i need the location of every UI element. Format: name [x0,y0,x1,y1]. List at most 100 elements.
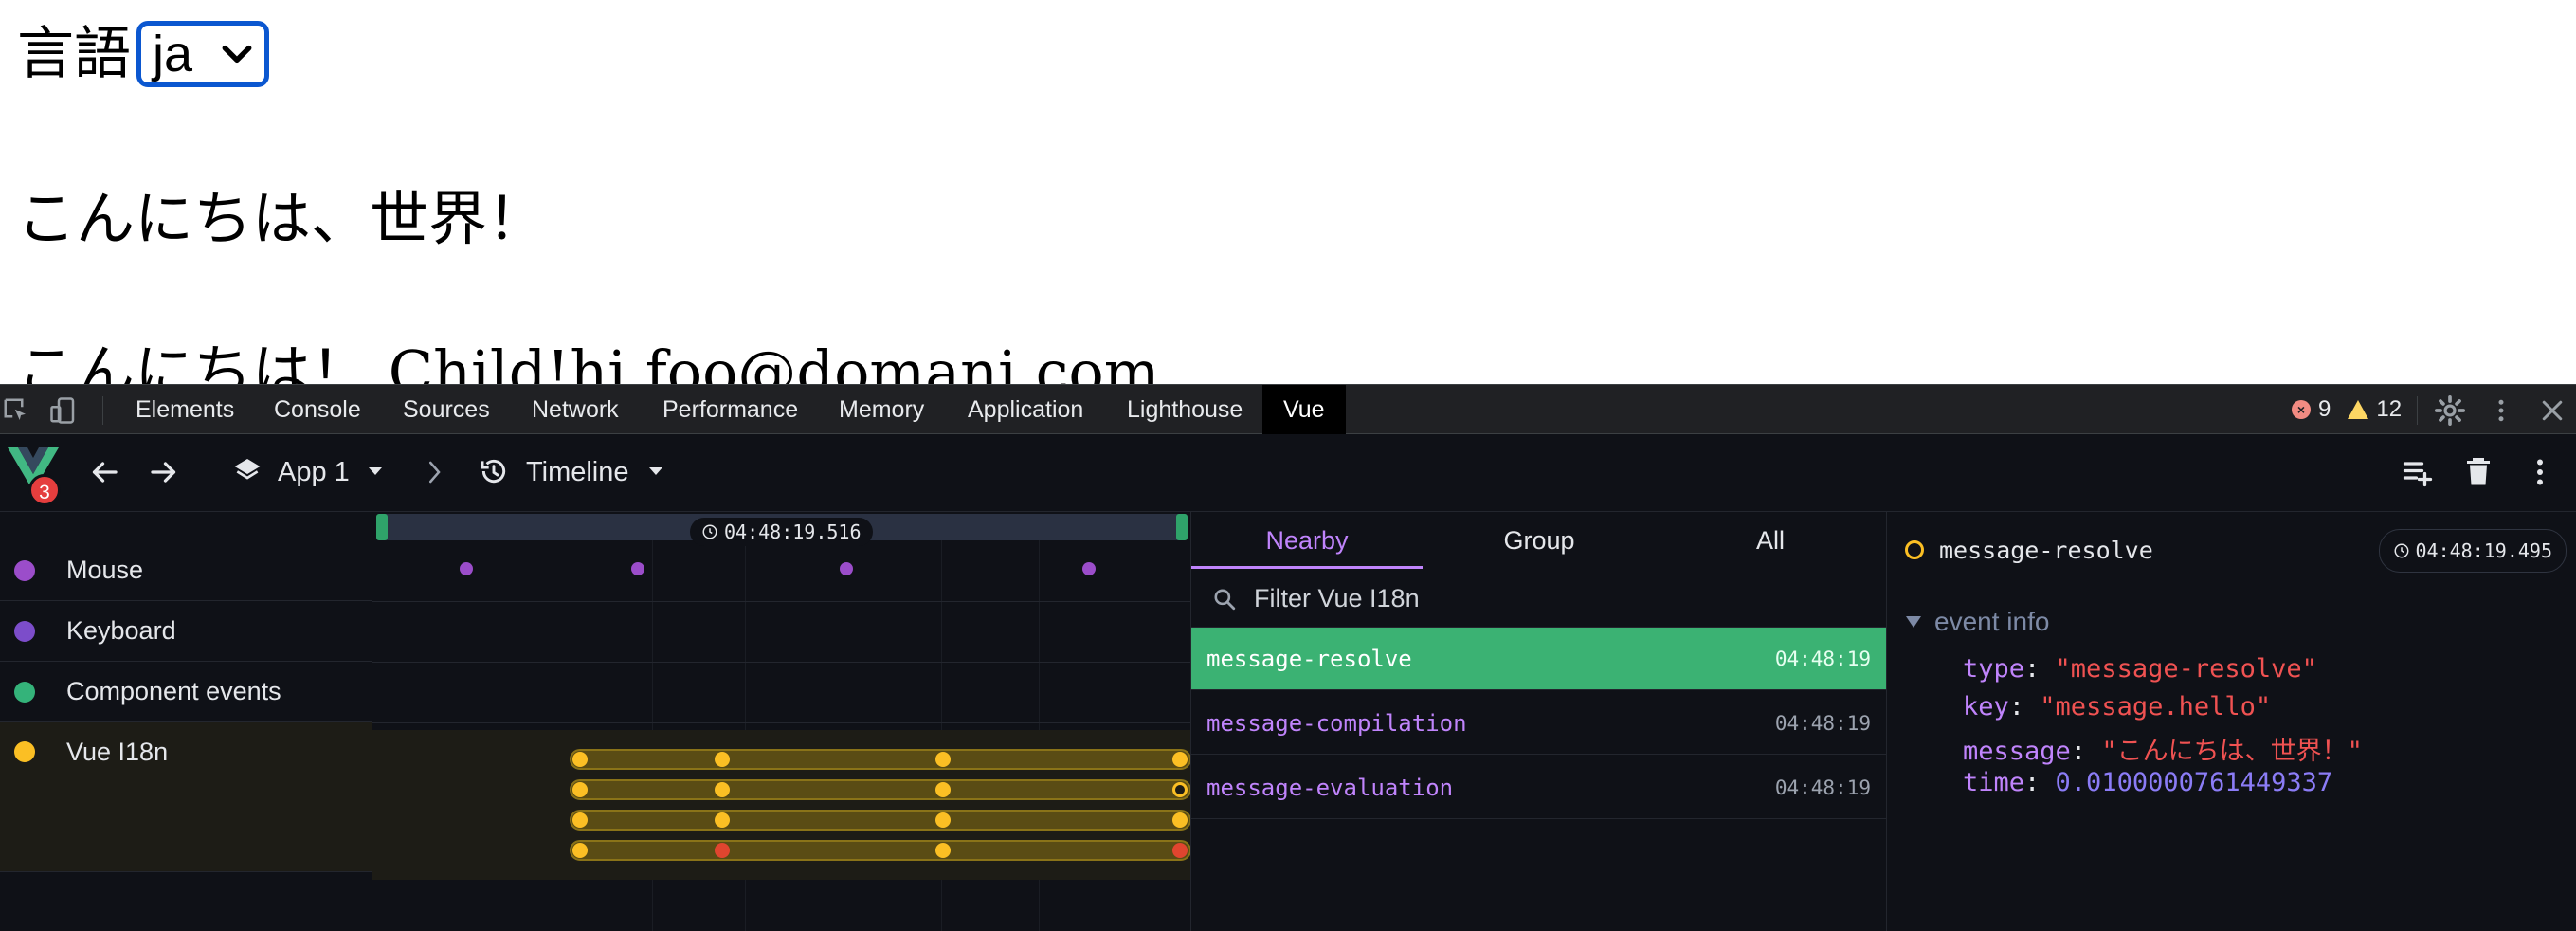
tab-memory[interactable]: Memory [839,385,924,434]
mouse-event-marker[interactable] [631,562,644,575]
hello-heading: こんにちは、世界！ [17,184,547,253]
console-counts[interactable]: × 9 12 [2292,385,2402,434]
caret-down-icon [649,467,662,475]
details-title: message-resolve [1939,536,2153,564]
gear-icon[interactable] [2434,394,2466,427]
tab-performance[interactable]: Performance [662,385,798,434]
delete-icon[interactable] [2461,455,2495,489]
tab-elements[interactable]: Elements [136,385,234,434]
close-icon[interactable] [2538,396,2567,425]
layer-color-dot [14,620,35,642]
scrollbar-handle-left[interactable] [376,514,388,540]
tab-vue[interactable]: Vue [1262,385,1346,434]
field-value: "こんにちは、世界！" [2101,737,2363,766]
arrow-forward-icon[interactable] [147,455,181,489]
i18n-event-marker[interactable] [935,782,951,797]
layers-icon [234,459,261,480]
event-name: message-compilation [1206,709,1467,737]
tab-group[interactable]: Group [1424,512,1655,569]
layer-color-dot [14,559,35,581]
field-key: time [1963,768,2025,797]
cursor-time-label: 04:48:19.516 [690,518,873,546]
layer-keyboard[interactable]: Keyboard [0,601,372,662]
devtools-tab-strip: Elements Console Sources Network Perform… [0,384,2576,434]
i18n-event-marker[interactable] [572,812,588,828]
i18n-event-marker[interactable] [715,752,730,767]
language-select[interactable]: ja [136,21,269,87]
i18n-event-group[interactable] [570,810,1190,831]
event-row[interactable]: message-evaluation 04:48:19 [1191,757,1886,819]
i18n-event-marker[interactable] [572,782,588,797]
event-filter-placeholder: Filter Vue I18n [1254,584,1420,612]
layer-component-events[interactable]: Component events [0,662,372,722]
mouse-event-marker[interactable] [1082,562,1096,575]
layer-color-dot [14,681,35,703]
tab-nearby[interactable]: Nearby [1191,512,1423,569]
mouse-event-marker[interactable] [460,562,473,575]
i18n-event-marker[interactable] [1172,812,1188,828]
tab-console[interactable]: Console [274,385,361,434]
layer-mouse[interactable]: Mouse [0,540,372,601]
event-details-panel: message-resolve 04:48:19.495 event info … [1887,512,2576,931]
i18n-event-group[interactable] [570,840,1190,861]
i18n-event-marker[interactable] [715,812,730,828]
i18n-event-marker[interactable] [572,752,588,767]
toolbar-divider [102,396,103,425]
tab-all[interactable]: All [1655,512,1886,569]
mouse-event-marker[interactable] [840,562,853,575]
scrollbar-handle-right[interactable] [1176,514,1188,540]
layer-vue-i18n[interactable]: Vue I18n [0,722,372,872]
device-toolbar-icon[interactable] [49,396,78,425]
more-vert-icon[interactable] [2523,455,2557,489]
event-time: 04:48:19 [1774,711,1871,735]
tab-sources[interactable]: Sources [403,385,490,434]
caret-down-icon [369,467,382,475]
event-row[interactable]: message-resolve 04:48:19 [1191,628,1886,690]
events-panel: Nearby Group All Filter Vue I18n message… [1191,512,1887,931]
chevron-down-icon [222,45,252,64]
i18n-event-marker-selected[interactable] [1172,782,1188,797]
i18n-event-marker[interactable] [935,812,951,828]
i18n-event-marker-error[interactable] [1172,843,1188,858]
clock-icon [702,524,717,539]
event-row[interactable]: message-compilation 04:48:19 [1191,692,1886,755]
event-name: message-resolve [1206,645,1412,672]
i18n-event-group[interactable] [570,779,1190,800]
tab-lighthouse[interactable]: Lighthouse [1127,385,1243,434]
i18n-event-marker[interactable] [1172,752,1188,767]
search-icon [1214,588,1236,610]
timeline-canvas[interactable]: 04:48:19.516 [372,512,1191,931]
details-time-badge[interactable]: 04:48:19.495 [2378,529,2567,573]
section-event-info[interactable]: event info [1906,607,2049,637]
i18n-event-marker[interactable] [935,752,951,767]
arrow-back-icon[interactable] [87,455,121,489]
warning-count: 12 [2376,396,2403,422]
i18n-event-marker[interactable] [572,843,588,858]
playlist-add-icon[interactable] [2401,455,2435,489]
toolbar-divider [2417,396,2418,425]
event-time: 04:48:19 [1774,647,1871,670]
details-time-value: 04:48:19.495 [2415,539,2553,562]
inspect-element-icon[interactable] [2,396,30,425]
language-label: 言語 [17,21,131,87]
app-selector[interactable]: App 1 [232,451,393,493]
i18n-event-marker[interactable] [715,782,730,797]
field-key: key [1963,692,2009,721]
tab-application[interactable]: Application [968,385,1083,434]
row-separator [372,662,1190,663]
i18n-event-marker-error[interactable] [715,843,730,858]
field-type: type: "message-resolve" [1963,654,2317,684]
i18n-event-marker[interactable] [935,843,951,858]
field-value: "message.hello" [2040,692,2272,721]
event-filter-input[interactable]: Filter Vue I18n [1191,571,1887,628]
vue-devtools-toolbar: 3 App 1 Timeline [0,434,2576,512]
field-value: "message-resolve" [2055,654,2317,684]
tab-network[interactable]: Network [532,385,619,434]
page-content: 言語 ja こんにちは、世界！ こんにちは！ Child!hi foo@doma… [0,0,2576,384]
more-options-icon[interactable] [2487,396,2515,425]
field-key: type [1963,654,2025,684]
layer-label: Component events [66,677,281,705]
clock-icon [2394,543,2408,558]
view-selector[interactable]: Timeline [479,451,668,493]
i18n-event-group[interactable] [570,749,1190,770]
